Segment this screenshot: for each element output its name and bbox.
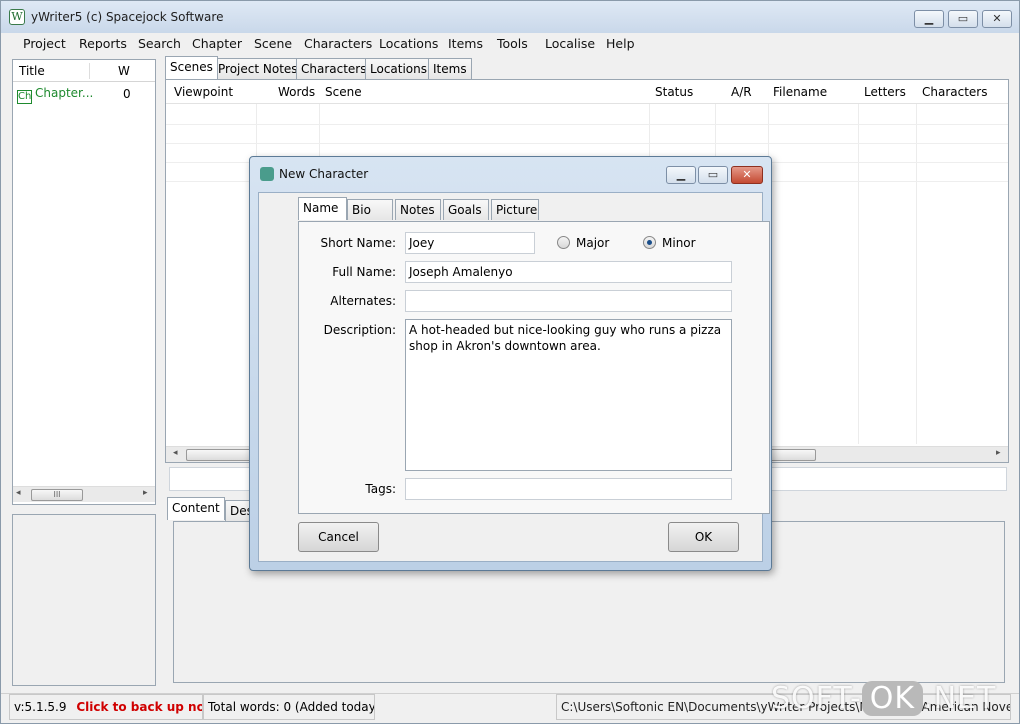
col-words[interactable]: W [118, 64, 130, 78]
dialog-tab-goals[interactable]: Goals [443, 199, 489, 220]
dialog-tab-notes[interactable]: Notes [395, 199, 441, 220]
chapter-icon: Ch [17, 90, 32, 104]
dialog-close-button[interactable]: ✕ [731, 166, 763, 184]
alternates-label: Alternates: [330, 294, 396, 308]
chapter-list-header: Title W [13, 60, 155, 82]
menu-scene[interactable]: Scene [254, 36, 292, 51]
menu-bar: Project Reports Search Chapter Scene Cha… [1, 33, 1019, 55]
short-name-field[interactable]: Joey [405, 232, 535, 254]
new-character-dialog: New Character ▁ ▭ ✕ Name Bio Notes Goals… [249, 156, 772, 571]
col-title[interactable]: Title [19, 64, 45, 78]
description-label: Description: [323, 323, 396, 337]
full-name-field[interactable]: Joseph Amalenyo [405, 261, 732, 283]
scroll-thumb[interactable]: III [31, 489, 83, 501]
window-title: yWriter5 (c) Spacejock Software [31, 10, 224, 24]
dialog-maximize-button[interactable]: ▭ [698, 166, 728, 184]
major-radio-label: Major [576, 236, 610, 250]
chapter-words: 0 [123, 87, 131, 101]
tab-items[interactable]: Items [428, 58, 472, 79]
minimize-button[interactable]: ▁ [914, 10, 944, 28]
menu-search[interactable]: Search [138, 36, 181, 51]
chapter-list-scrollbar[interactable]: ◂ III ▸ [13, 486, 155, 502]
title-bar: W yWriter5 (c) Spacejock Software ▁ ▭ ✕ [1, 1, 1019, 33]
tab-content[interactable]: Content [167, 497, 225, 520]
cancel-button[interactable]: Cancel [298, 522, 379, 552]
version-label: v:5.1.5.9 [14, 700, 67, 714]
col-status[interactable]: Status [655, 85, 693, 99]
tags-field[interactable] [405, 478, 732, 500]
scene-grid-header: Viewpoint Words Scene Status A/R Filenam… [166, 80, 1008, 104]
dialog-title: New Character [279, 167, 369, 181]
col-words[interactable]: Words [278, 85, 315, 99]
menu-locations[interactable]: Locations [379, 36, 438, 51]
scroll-right-arrow-icon[interactable]: ▸ [143, 488, 148, 498]
menu-project[interactable]: Project [23, 36, 66, 51]
character-icon [260, 167, 274, 181]
radio-selected-dot [647, 240, 652, 245]
col-filename[interactable]: Filename [773, 85, 827, 99]
menu-localise[interactable]: Localise [545, 36, 595, 51]
col-letters[interactable]: Letters [864, 85, 906, 99]
col-ar[interactable]: A/R [731, 85, 752, 99]
menu-items[interactable]: Items [448, 36, 483, 51]
chapter-notes-panel [12, 514, 156, 686]
version-box: v:5.1.5.9 Click to back up now! ▾ [9, 694, 203, 720]
tab-scenes[interactable]: Scenes [165, 56, 218, 79]
maximize-button[interactable]: ▭ [948, 10, 978, 28]
chapter-title: Chapter... [35, 86, 94, 100]
menu-tools[interactable]: Tools [497, 36, 528, 51]
minor-radio-label: Minor [662, 236, 696, 250]
tab-locations[interactable]: Locations [365, 58, 433, 79]
ok-button[interactable]: OK [668, 522, 739, 552]
tab-project-notes[interactable]: Project Notes [213, 58, 303, 79]
menu-chapter[interactable]: Chapter [192, 36, 242, 51]
dialog-tab-bio[interactable]: Bio [347, 199, 393, 220]
app-icon: W [9, 9, 25, 25]
short-name-label: Short Name: [320, 236, 396, 250]
full-name-label: Full Name: [332, 265, 396, 279]
tab-characters[interactable]: Characters [296, 58, 372, 79]
main-window: W yWriter5 (c) Spacejock Software ▁ ▭ ✕ … [0, 0, 1020, 724]
backup-link[interactable]: Click to back up now! [76, 700, 202, 714]
scroll-right-arrow-icon[interactable]: ▸ [996, 448, 1001, 458]
dialog-minimize-button[interactable]: ▁ [666, 166, 696, 184]
scroll-left-arrow-icon[interactable]: ◂ [173, 448, 178, 458]
col-characters[interactable]: Characters [922, 85, 988, 99]
description-field[interactable]: A hot-headed but nice-looking guy who ru… [405, 319, 732, 471]
dialog-tab-picture[interactable]: Picture [491, 199, 539, 220]
minor-radio[interactable] [643, 236, 656, 249]
menu-characters[interactable]: Characters [304, 36, 372, 51]
col-viewpoint[interactable]: Viewpoint [174, 85, 233, 99]
watermark: SOFT- OK .NET [771, 681, 997, 716]
alternates-field[interactable] [405, 290, 732, 312]
col-scene[interactable]: Scene [325, 85, 362, 99]
major-radio[interactable] [557, 236, 570, 249]
menu-help[interactable]: Help [606, 36, 635, 51]
tags-label: Tags: [365, 482, 396, 496]
menu-reports[interactable]: Reports [79, 36, 127, 51]
dialog-tab-name[interactable]: Name [298, 197, 347, 220]
scroll-left-arrow-icon[interactable]: ◂ [16, 488, 21, 498]
name-tab-panel: Short Name: Joey Major Minor Full Name: … [298, 221, 770, 514]
close-button[interactable]: ✕ [982, 10, 1012, 28]
chapter-row[interactable]: Ch Chapter... [17, 86, 93, 104]
dialog-body: Name Bio Notes Goals Picture Short Name:… [258, 192, 770, 562]
total-words: Total words: 0 (Added today: 0) [203, 694, 375, 720]
chapter-list[interactable]: Title W Ch Chapter... 0 ◂ III ▸ [12, 59, 156, 505]
